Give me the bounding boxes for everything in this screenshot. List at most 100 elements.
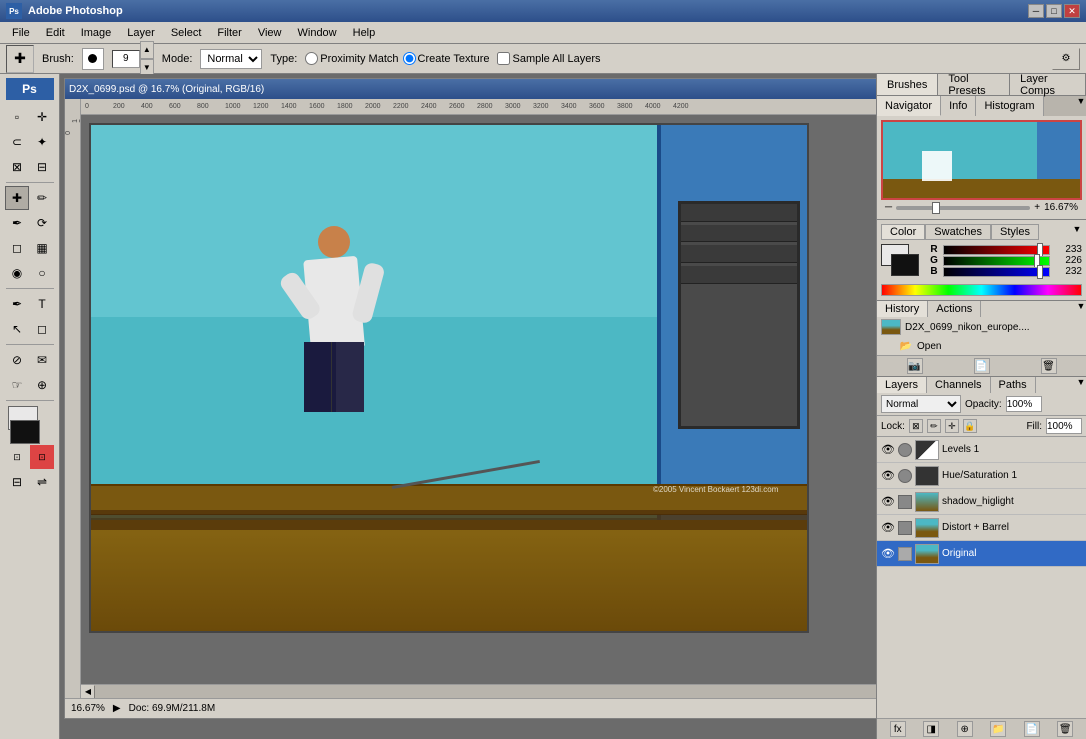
menu-view[interactable]: View: [250, 25, 290, 41]
tab-layers[interactable]: Layers: [877, 377, 927, 393]
tool-screen-mode[interactable]: ⊟: [5, 470, 29, 494]
tool-marquee[interactable]: ▫: [5, 105, 29, 129]
history-delete-btn[interactable]: 🗑: [1041, 358, 1057, 374]
menu-image[interactable]: Image: [73, 25, 120, 41]
menu-file[interactable]: File: [4, 25, 38, 41]
lock-all-btn[interactable]: 🔒: [963, 419, 977, 433]
tab-swatches[interactable]: Swatches: [925, 224, 991, 240]
tool-brush[interactable]: ✏: [30, 186, 54, 210]
layer-eye-levels1[interactable]: 👁: [881, 443, 895, 457]
tab-actions[interactable]: Actions: [928, 301, 981, 317]
menu-help[interactable]: Help: [345, 25, 384, 41]
tab-layer-comps[interactable]: Layer Comps: [1010, 74, 1086, 95]
tool-eyedropper[interactable]: ⊘: [5, 348, 29, 372]
layer-eye-distort[interactable]: 👁: [881, 521, 895, 535]
layer-row-huesat[interactable]: 👁 Hue/Saturation 1: [877, 463, 1086, 489]
blend-mode-select[interactable]: Normal: [881, 395, 961, 413]
tool-quick-mask[interactable]: ⊡: [30, 445, 54, 469]
tool-dodge[interactable]: ○: [30, 261, 54, 285]
layer-group-btn[interactable]: 📁: [990, 721, 1006, 737]
layer-adjustment-btn[interactable]: ⊕: [957, 721, 973, 737]
tab-tool-presets[interactable]: Tool Presets: [938, 74, 1010, 95]
status-arrow[interactable]: ▶: [113, 703, 121, 714]
tool-magic-wand[interactable]: ✦: [30, 130, 54, 154]
tab-channels[interactable]: Channels: [927, 377, 990, 393]
history-collapse-btn[interactable]: ▼: [1076, 301, 1086, 311]
zoom-out-btn[interactable]: ─: [885, 202, 892, 213]
maximize-button[interactable]: □: [1046, 4, 1062, 18]
sample-all-layers-option[interactable]: Sample All Layers: [497, 52, 600, 65]
b-slider[interactable]: [943, 267, 1050, 277]
tool-slice[interactable]: ⊟: [30, 155, 54, 179]
minimize-button[interactable]: ─: [1028, 4, 1044, 18]
layer-new-btn[interactable]: 📄: [1024, 721, 1040, 737]
menu-select[interactable]: Select: [163, 25, 210, 41]
layer-effects-btn[interactable]: fx: [890, 721, 906, 737]
tab-histogram[interactable]: Histogram: [976, 96, 1043, 116]
brush-size-up[interactable]: ▲: [140, 41, 154, 59]
layer-row-shadow[interactable]: 👁 shadow_higlight: [877, 489, 1086, 515]
tab-color[interactable]: Color: [881, 224, 925, 240]
menu-filter[interactable]: Filter: [209, 25, 249, 41]
layer-eye-huesat[interactable]: 👁: [881, 469, 895, 483]
options-extra-btn[interactable]: ⚙: [1052, 48, 1080, 70]
close-button[interactable]: ✕: [1064, 4, 1080, 18]
tab-paths[interactable]: Paths: [991, 377, 1036, 393]
tool-move[interactable]: ✛: [30, 105, 54, 129]
tab-styles[interactable]: Styles: [991, 224, 1039, 240]
layer-delete-btn[interactable]: 🗑: [1057, 721, 1073, 737]
g-slider[interactable]: [943, 256, 1050, 266]
tool-hand[interactable]: ☞: [5, 373, 29, 397]
color-collapse-btn[interactable]: ▼: [1072, 224, 1082, 234]
history-item-1[interactable]: 📂 Open: [877, 337, 1086, 355]
tool-std-mode[interactable]: ⊡: [5, 445, 29, 469]
lock-transparent-btn[interactable]: ⊠: [909, 419, 923, 433]
lock-position-btn[interactable]: ✛: [945, 419, 959, 433]
background-color-box[interactable]: [891, 254, 919, 276]
tool-healing[interactable]: ✚: [5, 186, 29, 210]
zoom-in-btn[interactable]: +: [1034, 202, 1040, 213]
zoom-slider-thumb[interactable]: [932, 202, 940, 214]
tool-history-brush[interactable]: ⟳: [30, 211, 54, 235]
layer-eye-shadow[interactable]: 👁: [881, 495, 895, 509]
brush-size-input[interactable]: [112, 50, 140, 68]
layer-row-distort[interactable]: 👁 Distort + Barrel: [877, 515, 1086, 541]
tool-zoom[interactable]: ⊕: [30, 373, 54, 397]
opacity-input[interactable]: [1006, 396, 1042, 412]
brush-size-control[interactable]: ▲ ▼: [112, 41, 154, 77]
tool-blur[interactable]: ◉: [5, 261, 29, 285]
fill-input[interactable]: [1046, 418, 1082, 434]
tab-brushes[interactable]: Brushes: [877, 74, 938, 95]
rainbow-gradient-bar[interactable]: [881, 284, 1082, 296]
tab-info[interactable]: Info: [941, 96, 976, 116]
tool-lasso[interactable]: ⊂: [5, 130, 29, 154]
scroll-left-btn[interactable]: ◀: [81, 685, 95, 699]
menu-layer[interactable]: Layer: [119, 25, 163, 41]
proximity-match-option[interactable]: Proximity Match: [305, 52, 398, 65]
background-color[interactable]: [10, 420, 40, 444]
menu-edit[interactable]: Edit: [38, 25, 73, 41]
create-texture-option[interactable]: Create Texture: [403, 52, 490, 65]
tool-shape[interactable]: ◻: [30, 317, 54, 341]
tool-notes[interactable]: ✉: [30, 348, 54, 372]
tool-path-select[interactable]: ↖: [5, 317, 29, 341]
tool-type[interactable]: T: [30, 292, 54, 316]
zoom-slider[interactable]: [896, 206, 1030, 210]
layers-collapse-btn[interactable]: ▼: [1076, 377, 1086, 387]
navigator-collapse-btn[interactable]: ▼: [1076, 96, 1086, 106]
layer-row-original[interactable]: 👁 Original: [877, 541, 1086, 567]
history-create-doc-btn[interactable]: 📄: [974, 358, 990, 374]
tool-clone-stamp[interactable]: ✒: [5, 211, 29, 235]
tab-history[interactable]: History: [877, 301, 928, 317]
tool-crop[interactable]: ⊠: [5, 155, 29, 179]
layer-eye-original[interactable]: 👁: [881, 547, 895, 561]
tool-pen[interactable]: ✒: [5, 292, 29, 316]
history-item-0[interactable]: D2X_0699_nikon_europe....: [877, 317, 1086, 337]
layer-row-levels1[interactable]: 👁 Levels 1: [877, 437, 1086, 463]
mode-select[interactable]: Normal: [200, 49, 262, 69]
tool-gradient[interactable]: ▦: [30, 236, 54, 260]
tool-eraser[interactable]: ◻: [5, 236, 29, 260]
history-new-snapshot-btn[interactable]: 📷: [907, 358, 923, 374]
b-slider-thumb[interactable]: [1037, 265, 1043, 279]
tool-image-ready[interactable]: ⇌: [30, 470, 54, 494]
